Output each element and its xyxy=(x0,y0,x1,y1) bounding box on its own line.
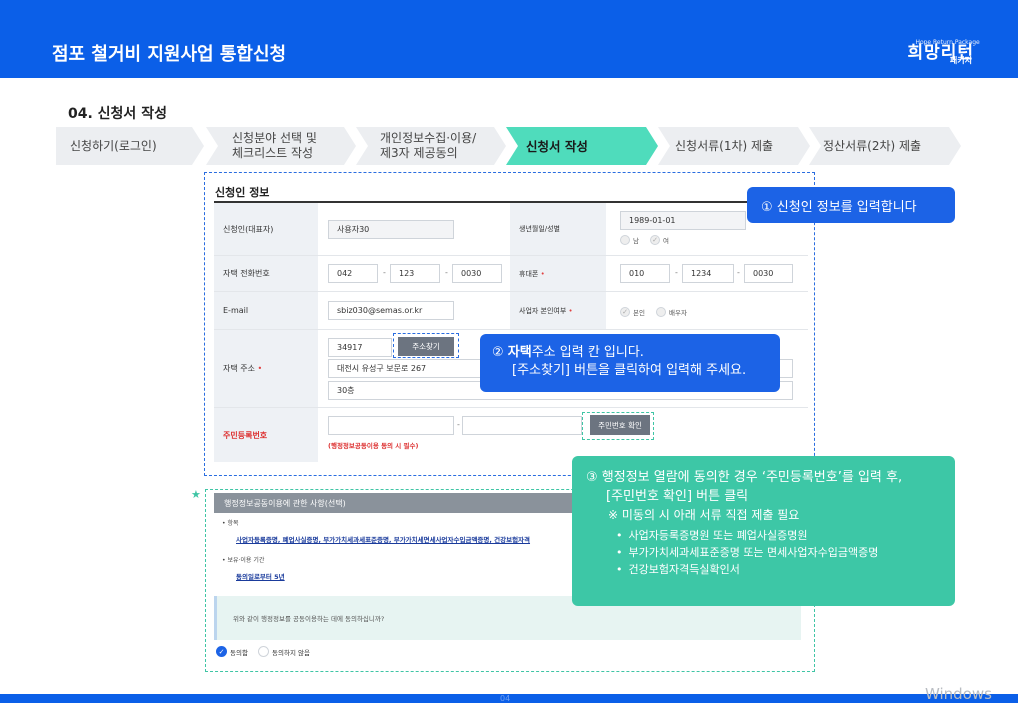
step-application-form: 신청서 작성 xyxy=(506,127,658,165)
callout-applicant-info: ① 신청인 정보를 입력합니다 xyxy=(747,187,955,223)
header-bar: 점포 철거비 지원사업 통합신청 Hope Return Package 희망리… xyxy=(0,0,1018,78)
logo-sub: Hope Return Package xyxy=(915,39,980,46)
rrn-second-input[interactable] xyxy=(462,416,582,435)
logo: Hope Return Package 희망리턴 패키지 xyxy=(907,38,979,65)
home-phone-2[interactable]: 123 xyxy=(390,264,440,283)
email-label: E-mail xyxy=(214,292,318,329)
consent-period-label: • 보유·이용 기간 xyxy=(222,557,265,564)
address-label: 자택 주소 • xyxy=(214,330,318,407)
callout-rrn: ③ 행정정보 열람에 동의한 경우 ‘주민등록번호’를 입력 후, [주민번호 … xyxy=(572,456,955,606)
applicant-name-input[interactable]: 사용자30 xyxy=(328,220,454,239)
address-search-highlight xyxy=(393,333,459,358)
birth-label: 생년월일/성별 xyxy=(510,203,606,255)
check-icon: ✓ xyxy=(650,235,660,245)
rrn-confirm-highlight xyxy=(582,412,654,440)
rrn-note: (행정정보공동이용 동의 시 필수) xyxy=(328,442,419,450)
callout-address: ② 자택주소 입력 칸 입니다. [주소찾기] 버튼을 클릭하여 입력해 주세요… xyxy=(480,334,780,392)
spouse-radio[interactable]: 배우자 xyxy=(656,307,687,317)
row-phone: 자택 전화번호 042 - 123 - 0030 휴대폰 • 010 - 123… xyxy=(214,256,808,292)
home-phone-3[interactable]: 0030 xyxy=(452,264,502,283)
list-item: 건강보험자격득실확인서 xyxy=(616,561,955,578)
applicant-form: 신청인(대표자) 사용자30 생년월일/성별 1989-01-01 남 ✓ 여 자… xyxy=(214,203,808,462)
home-phone-label: 자택 전화번호 xyxy=(214,256,318,291)
email-field[interactable]: sbiz030@semas.or.kr xyxy=(328,301,454,320)
row-email: E-mail sbiz030@semas.or.kr 사업자 본인여부 • ✓ 본… xyxy=(214,292,808,330)
row-applicant: 신청인(대표자) 사용자30 생년월일/성별 1989-01-01 남 ✓ 여 xyxy=(214,203,808,256)
home-phone-1[interactable]: 042 xyxy=(328,264,378,283)
consent-period-value: 동의일로부터 5년 xyxy=(236,573,285,581)
mobile-2[interactable]: 1234 xyxy=(682,264,734,283)
step-select-field: 신청분야 선택 및 체크리스트 작성 xyxy=(206,127,356,165)
list-item: 부가가치세과세표준증명 또는 면세사업자수입금액증명 xyxy=(616,544,955,561)
list-item: 사업자등록증명원 또는 폐업사실증명원 xyxy=(616,527,955,544)
consent-items-value: 사업자등록증명, 폐업사실증명, 부가가치세과세표준증명, 부가가치세면세사업자… xyxy=(236,536,531,544)
rrn-first-input[interactable] xyxy=(328,416,454,435)
gender-female-radio[interactable]: ✓ 여 xyxy=(650,235,669,245)
self-radio[interactable]: ✓ 본인 xyxy=(620,307,645,317)
step-progress: 신청하기(로그인) 신청분야 선택 및 체크리스트 작성 개인정보수집·이용/제3… xyxy=(56,127,961,165)
windows-watermark: Windows xyxy=(925,685,992,703)
step-login: 신청하기(로그인) xyxy=(56,127,204,165)
disagree-radio[interactable]: 동의하지 않음 xyxy=(258,646,310,657)
step-privacy-consent: 개인정보수집·이용/제3자 제공동의 xyxy=(356,127,506,165)
required-documents-list: 사업자등록증명원 또는 폐업사실증명원 부가가치세과세표준증명 또는 면세사업자… xyxy=(586,527,955,578)
gender-male-radio[interactable]: 남 xyxy=(620,235,639,245)
rrn-label: 주민등록번호 xyxy=(214,408,318,462)
zipcode-input[interactable]: 34917 xyxy=(328,338,392,357)
star-icon: ★ xyxy=(191,488,201,501)
self-label: 사업자 본인여부 • xyxy=(510,292,606,329)
mobile-label: 휴대폰 • xyxy=(510,256,606,291)
consent-items-label: • 항목 xyxy=(222,520,239,527)
applicant-label: 신청인(대표자) xyxy=(214,203,318,255)
section-title: 04. 신청서 작성 xyxy=(68,106,167,122)
logo-small: 패키지 xyxy=(949,56,972,65)
agree-radio[interactable]: ✓ 동의함 xyxy=(216,646,248,657)
mobile-1[interactable]: 010 xyxy=(620,264,670,283)
row-rrn: 주민등록번호 - 주민번호 확인 (행정정보공동이용 동의 시 필수) xyxy=(214,408,808,462)
mobile-3[interactable]: 0030 xyxy=(744,264,793,283)
step-documents-2: 정산서류(2차) 제출 xyxy=(809,127,961,165)
page-number: 04 xyxy=(500,694,511,703)
check-icon: ✓ xyxy=(216,646,227,657)
form-title: 신청인 정보 xyxy=(215,186,270,199)
page-title: 점포 철거비 지원사업 통합신청 xyxy=(52,44,287,65)
birth-date-input[interactable]: 1989-01-01 xyxy=(620,211,746,230)
check-icon: ✓ xyxy=(620,307,630,317)
step-documents-1: 신청서류(1차) 제출 xyxy=(658,127,810,165)
